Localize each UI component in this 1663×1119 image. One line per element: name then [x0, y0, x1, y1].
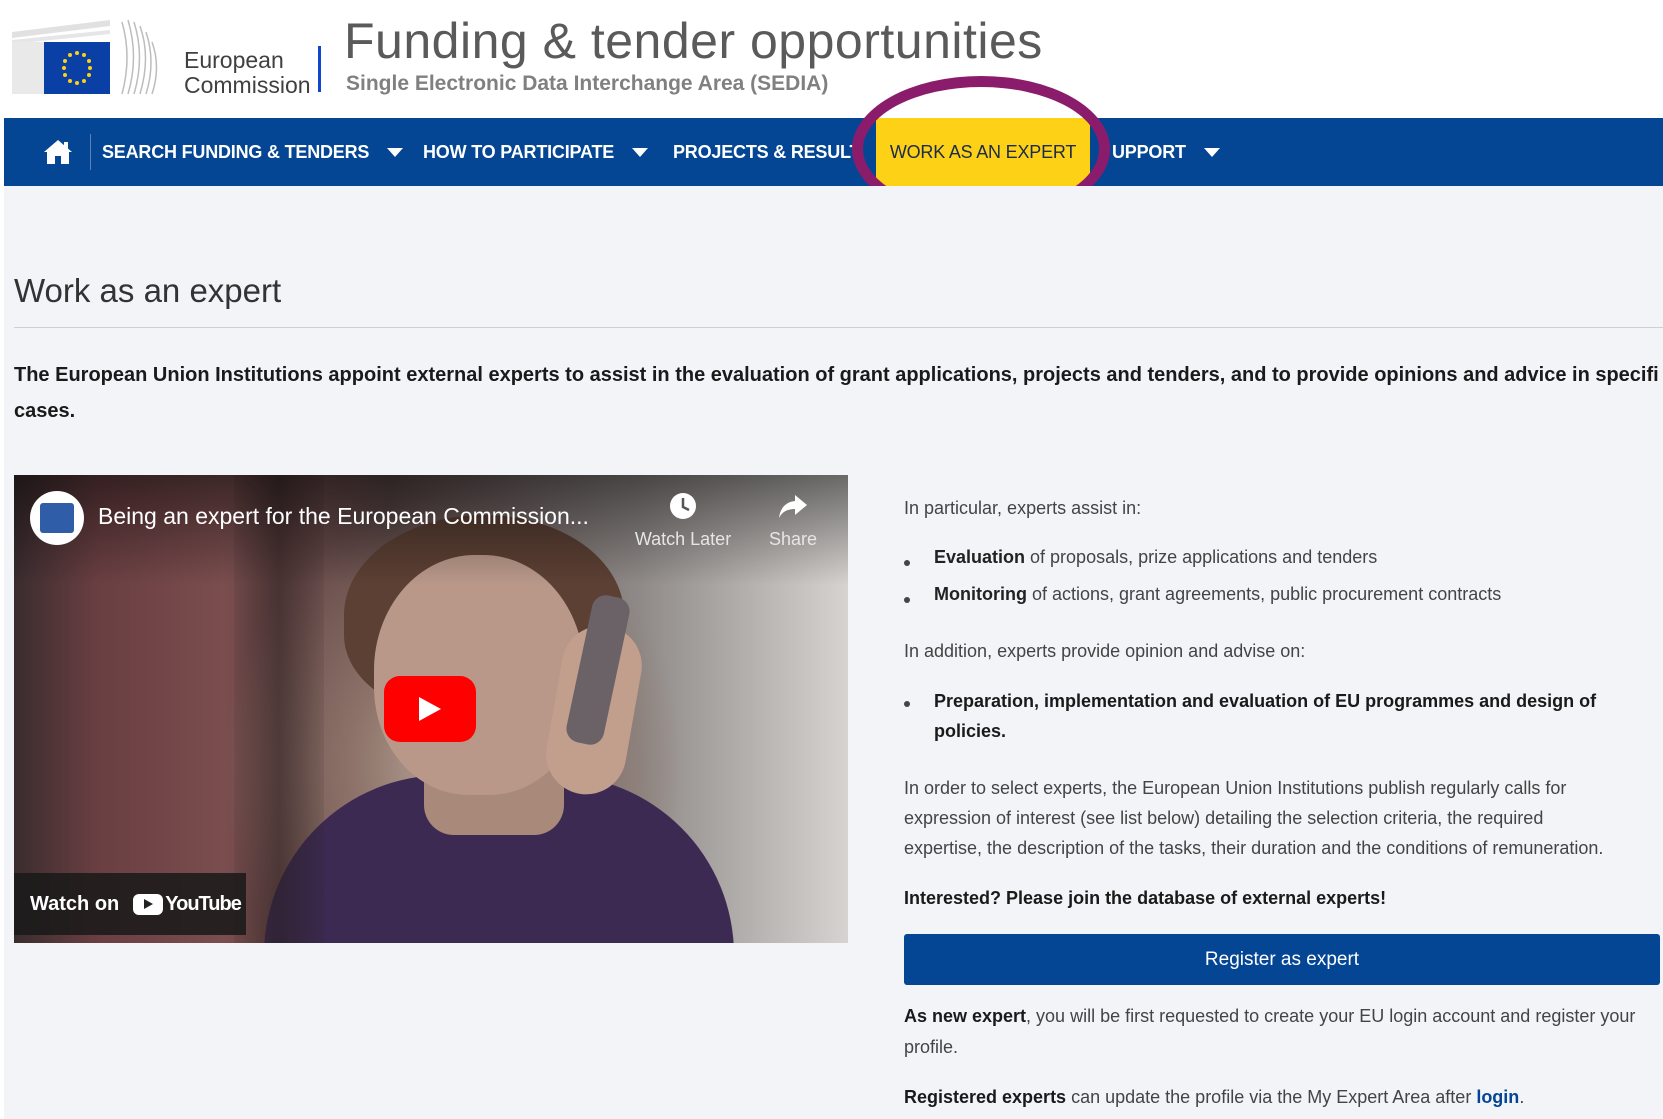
selection-line-3: expertise, the description of the tasks,…	[904, 838, 1604, 858]
new-expert-note: As new expert, you will be first request…	[904, 1001, 1635, 1031]
share-label: Share	[768, 529, 818, 549]
youtube-wordmark: YouTube	[165, 892, 242, 915]
site-subtitle: Single Electronic Data Interchange Area …	[346, 72, 829, 95]
list-item-text: of proposals, prize applications and ten…	[1025, 547, 1378, 567]
play-button[interactable]	[384, 676, 476, 742]
watch-later-label: Watch Later	[634, 529, 732, 549]
caret-down-icon	[632, 147, 649, 157]
watch-on-youtube-button[interactable]: Watch on YouTube	[14, 873, 246, 935]
list-item: Evaluation of proposals, prize applicati…	[934, 542, 1377, 572]
caret-down-icon	[1203, 147, 1220, 157]
share-button[interactable]: Share	[738, 491, 848, 550]
registered-text: can update the profile via the My Expert…	[1066, 1087, 1477, 1107]
list-item-bold: Evaluation	[934, 547, 1026, 567]
clock-icon	[670, 493, 696, 519]
registered-end: .	[1519, 1087, 1525, 1107]
register-as-expert-button[interactable]: Register as expert	[904, 934, 1660, 985]
title-divider	[14, 327, 1663, 328]
nav-item-label: PROJECTS & RESULT	[673, 141, 861, 162]
bullet-icon	[904, 701, 910, 707]
list-item: Monitoring of actions, grant agreements,…	[934, 579, 1501, 609]
watch-on-label: Watch on	[30, 892, 120, 915]
list-item-line-1: Preparation, implementation and evaluati…	[934, 691, 1597, 711]
nav-item-label: SEARCH FUNDING & TENDERS	[102, 141, 370, 162]
new-expert-line-2: profile.	[904, 1037, 959, 1057]
share-icon	[779, 495, 807, 518]
caret-down-icon	[387, 147, 404, 157]
header-divider	[318, 46, 321, 92]
page-title: Work as an expert	[14, 272, 282, 309]
nav-separator	[90, 134, 91, 170]
nav-home[interactable]	[28, 118, 88, 186]
nav-support[interactable]: UPPORT	[1112, 118, 1220, 186]
youtube-play-icon	[133, 893, 164, 915]
organisation-name: European Commission	[184, 48, 311, 98]
organisation-line-2: Commission	[184, 72, 311, 98]
intro-paragraph: The European Union Institutions appoint …	[14, 357, 1663, 429]
advise-intro: In addition, experts provide opinion and…	[904, 641, 1306, 661]
nav-item-label: WORK AS AN EXPERT	[889, 141, 1077, 162]
youtube-video-embed[interactable]: Being an expert for the European Commiss…	[14, 475, 848, 943]
nav-work-as-expert[interactable]: WORK AS AN EXPERT	[876, 118, 1090, 186]
list-item-text: of actions, grant agreements, public pro…	[1026, 584, 1502, 604]
youtube-logo: YouTube	[133, 892, 242, 916]
nav-item-label: HOW TO PARTICIPATE	[423, 141, 615, 162]
registered-bold: Registered experts	[904, 1087, 1067, 1107]
nav-search-funding-tenders[interactable]: SEARCH FUNDING & TENDERS	[102, 118, 404, 186]
bullet-icon	[904, 560, 910, 566]
registered-expert-note: Registered experts can update the profil…	[904, 1082, 1524, 1112]
intro-line-1: The European Union Institutions appoint …	[14, 364, 1659, 386]
european-commission-logo[interactable]	[12, 12, 172, 97]
site-header: European Commission Funding & tender opp…	[0, 0, 1663, 118]
new-expert-text: , you will be first requested to create …	[1026, 1006, 1636, 1026]
site-title[interactable]: Funding & tender opportunities	[344, 12, 1043, 70]
assist-intro: In particular, experts assist in:	[904, 498, 1142, 518]
channel-logo-icon	[40, 503, 74, 533]
nav-item-label: UPPORT	[1112, 141, 1186, 162]
selection-line-1: In order to select experts, the European…	[904, 778, 1567, 798]
channel-avatar[interactable]	[30, 491, 84, 545]
new-expert-bold: As new expert	[904, 1006, 1027, 1026]
intro-line-2: cases.	[14, 400, 76, 422]
call-to-action: Interested? Please join the database of …	[904, 888, 1387, 908]
list-item-bold: Monitoring	[934, 584, 1027, 604]
list-item: Preparation, implementation and evaluati…	[934, 686, 1596, 746]
play-icon	[419, 697, 441, 721]
nav-how-to-participate[interactable]: HOW TO PARTICIPATE	[423, 118, 649, 186]
login-link[interactable]: login	[1476, 1087, 1519, 1107]
bullet-icon	[904, 597, 910, 603]
nav-projects-results[interactable]: PROJECTS & RESULT	[673, 118, 860, 186]
home-icon	[44, 140, 72, 164]
list-item-line-2: policies.	[934, 721, 1007, 741]
selection-line-2: expression of interest (see list below) …	[904, 808, 1544, 828]
video-title[interactable]: Being an expert for the European Commiss…	[98, 503, 589, 530]
watch-later-button[interactable]: Watch Later	[628, 491, 738, 550]
main-navigation: SEARCH FUNDING & TENDERS HOW TO PARTICIP…	[4, 118, 1663, 186]
organisation-line-1: European	[184, 47, 284, 73]
